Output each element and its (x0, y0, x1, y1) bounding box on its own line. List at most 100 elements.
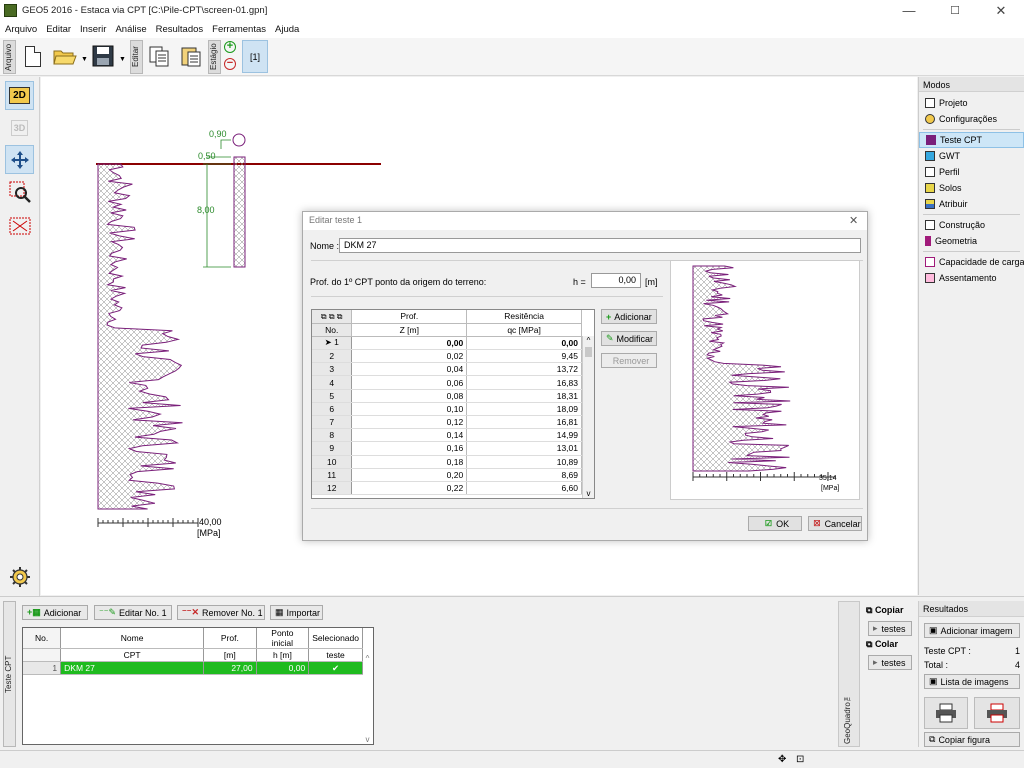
h-input[interactable]: 0,00 (591, 273, 641, 288)
open-file-button[interactable] (52, 41, 78, 71)
mode-construcao[interactable]: Construção (919, 217, 1024, 233)
save-button[interactable] (90, 41, 116, 71)
menu-inserir[interactable]: Inserir (75, 22, 110, 35)
mode-atribuir[interactable]: Atribuir (919, 196, 1024, 212)
paste-data-button[interactable] (178, 41, 204, 71)
edit-test-button[interactable]: ⁻⁻✎ Editar No. 1 (94, 605, 172, 620)
copy-tests-button[interactable]: ⧉ Copiar (866, 605, 903, 616)
paste-tests-sub[interactable]: ▸ testes (868, 655, 912, 670)
dialog-close-icon[interactable]: ✕ (849, 214, 858, 227)
menu-ajuda[interactable]: Ajuda (270, 22, 303, 35)
mode-label: Assentamento (939, 273, 997, 283)
close-button[interactable]: ✕ (978, 0, 1024, 22)
mode-teste-cpt[interactable]: Teste CPT (919, 132, 1024, 148)
grid-row[interactable]: 9 0,16 13,01 (312, 441, 582, 456)
h-label: h = (573, 277, 586, 287)
grid-row[interactable]: 7 0,12 16,81 (312, 415, 582, 430)
minimize-button[interactable]: — (886, 0, 932, 22)
pan-button[interactable] (5, 145, 34, 174)
editar-tab[interactable]: Editar (130, 40, 143, 74)
view-2d-button[interactable]: 2D (5, 81, 34, 110)
settings-button[interactable] (5, 562, 34, 591)
mode-geometria[interactable]: Geometria (919, 233, 1024, 249)
cpt-data-grid[interactable]: ⧉ ⧉ ⧉ Prof. Resitência No. Z [m] qc [MPa… (311, 309, 595, 499)
th-nome-unit: CPT (60, 648, 205, 662)
grid-cell-depth: 0,14 (351, 428, 468, 443)
mode-configuracoes[interactable]: Configurações (919, 111, 1024, 127)
mode-solos[interactable]: Solos (919, 180, 1024, 196)
new-file-button[interactable] (20, 41, 46, 71)
axis-value-label: 40,00 (199, 517, 222, 527)
scroll-thumb[interactable] (585, 347, 592, 357)
table-row[interactable]: 1 DKM 27 27,00 0,00 ✔ (23, 661, 363, 675)
stage-1-button[interactable]: [1] (242, 40, 268, 73)
row-selected: ✔ (308, 661, 363, 675)
teste-cpt-tab[interactable]: Teste CPT (3, 601, 16, 747)
grid-row[interactable]: 3 0,04 13,72 (312, 362, 582, 377)
cancel-button[interactable]: ☒ Cancelar (808, 516, 862, 531)
table-scrollbar[interactable]: ^ v (362, 654, 373, 744)
grid-row[interactable]: 5 0,08 18,31 (312, 389, 582, 403)
menu-analise[interactable]: Análise (110, 22, 150, 35)
grid-cell-depth: 0,00 (351, 336, 468, 351)
zoom-extents-button[interactable] (5, 211, 34, 240)
image-list-button[interactable]: ▣ Lista de imagens (924, 674, 1020, 689)
zoom-button[interactable] (5, 177, 34, 206)
grid-scrollbar[interactable]: ^ v (582, 336, 594, 498)
save-dropdown-icon[interactable]: ▼ (119, 56, 126, 63)
remove-test-button[interactable]: ⁻⁻✕ Remover No. 1 (177, 605, 265, 620)
add-image-button[interactable]: ▣ Adicionar imagem (924, 623, 1020, 638)
add-test-button[interactable]: +▦ Adicionar (22, 605, 88, 620)
grid-row-number: 10 (312, 455, 353, 469)
th-selecionado-unit: teste (308, 648, 363, 662)
view-3d-button[interactable]: 3D (5, 113, 34, 142)
modify-row-button[interactable]: ✎ Modificar (601, 331, 657, 346)
maximize-button[interactable]: ☐ (932, 0, 978, 22)
menu-arquivo[interactable]: Arquivo (0, 22, 41, 35)
grid-row[interactable]: 11 0,20 8,69 (312, 468, 582, 482)
grid-row[interactable]: 2 0,02 9,45 (312, 349, 582, 364)
separator (923, 214, 1020, 215)
mode-assentamento[interactable]: Assentamento (919, 270, 1024, 286)
mode-projeto[interactable]: Projeto (919, 95, 1024, 111)
add-row-button[interactable]: + Adicionar (601, 309, 657, 324)
copy-figure-button[interactable]: ⧉ Copiar figura (924, 732, 1020, 747)
paste-tests-button[interactable]: ⧉ Colar (866, 639, 898, 650)
menu-ferramentas[interactable]: Ferramentas (207, 22, 270, 35)
grid-row[interactable]: 4 0,06 16,83 (312, 375, 582, 390)
remove-row-button[interactable]: Remover (601, 353, 657, 368)
grid-row[interactable]: 6 0,10 18,09 (312, 402, 582, 417)
arquivo-tab[interactable]: Arquivo (3, 40, 16, 74)
cancel-icon: ☒ (813, 519, 821, 528)
grid-row[interactable]: 10 0,18 10,89 (312, 455, 582, 469)
scroll-down-icon[interactable]: v (583, 489, 594, 498)
grid-row[interactable]: ➤ 1 0,00 0,00 (312, 336, 582, 351)
mode-label: Atribuir (939, 199, 968, 209)
cursor-mode-icon[interactable]: ✥ (778, 754, 786, 765)
grid-tools-header[interactable]: ⧉ ⧉ ⧉ (312, 310, 353, 324)
ok-button[interactable]: ☑ OK (748, 516, 802, 531)
remove-stage-icon[interactable]: − (224, 58, 236, 70)
tests-table[interactable]: No. Nome Prof. Ponto inicial Selecionado… (22, 627, 374, 745)
mode-capacidade[interactable]: Capacidade de carga (919, 254, 1024, 270)
copy-tests-sub[interactable]: ▸ testes (868, 621, 912, 636)
scroll-up-icon[interactable]: ^ (583, 336, 594, 345)
grid-row[interactable]: 12 0,22 6,60 (312, 481, 582, 496)
col-no-header: No. (312, 323, 353, 337)
copy-data-icon (149, 46, 169, 67)
print-button[interactable] (924, 697, 968, 729)
geoquadro-tab[interactable]: GeoQuadro™ (838, 601, 860, 747)
open-dropdown-icon[interactable]: ▼ (81, 56, 88, 63)
print-pdf-button[interactable] (974, 697, 1020, 729)
import-button[interactable]: ▦ Importar (270, 605, 323, 620)
mode-perfil[interactable]: Perfil (919, 164, 1024, 180)
copy-data-button[interactable] (146, 41, 172, 71)
snap-icon[interactable]: ⊡ (796, 754, 804, 765)
add-stage-icon[interactable]: + (224, 41, 236, 53)
mode-gwt[interactable]: GWT (919, 148, 1024, 164)
estagio-tab[interactable]: Estágio (208, 40, 221, 74)
name-input[interactable]: DKM 27 (339, 238, 861, 253)
menu-resultados[interactable]: Resultados (151, 22, 208, 35)
grid-row[interactable]: 8 0,14 14,99 (312, 428, 582, 443)
menu-editar[interactable]: Editar (41, 22, 75, 35)
